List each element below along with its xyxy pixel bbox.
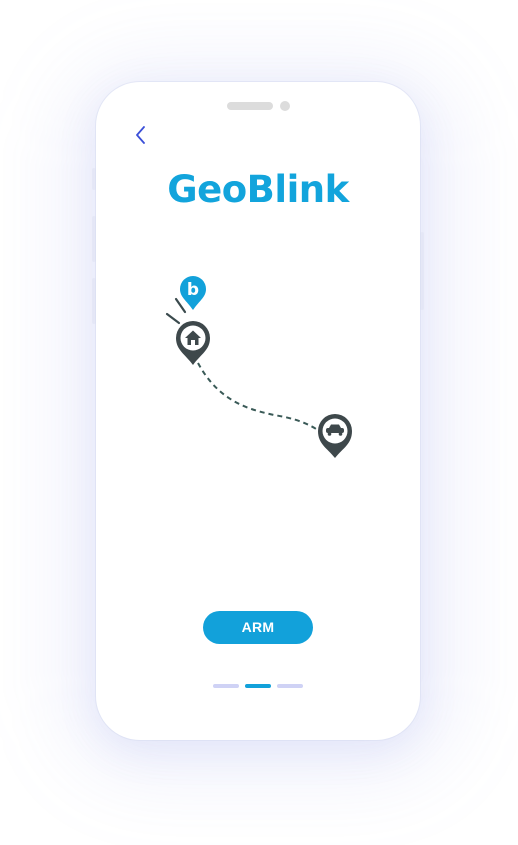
car-pin <box>318 414 352 458</box>
route-path <box>197 362 335 445</box>
badge-letter: b <box>187 280 199 300</box>
signal-lines <box>165 297 187 325</box>
phone-frame: GeoBlink b ARM <box>96 82 420 740</box>
home-pin <box>176 321 210 365</box>
arm-button[interactable]: ARM <box>203 611 313 644</box>
stage: GeoBlink b ARM <box>0 0 518 845</box>
page-indicator <box>213 684 303 688</box>
page-dot[interactable] <box>213 684 239 688</box>
geoblink-badge-pin: b <box>180 275 206 310</box>
page-dot-active[interactable] <box>245 684 271 688</box>
side-button-power <box>420 232 424 310</box>
page-dot[interactable] <box>277 684 303 688</box>
